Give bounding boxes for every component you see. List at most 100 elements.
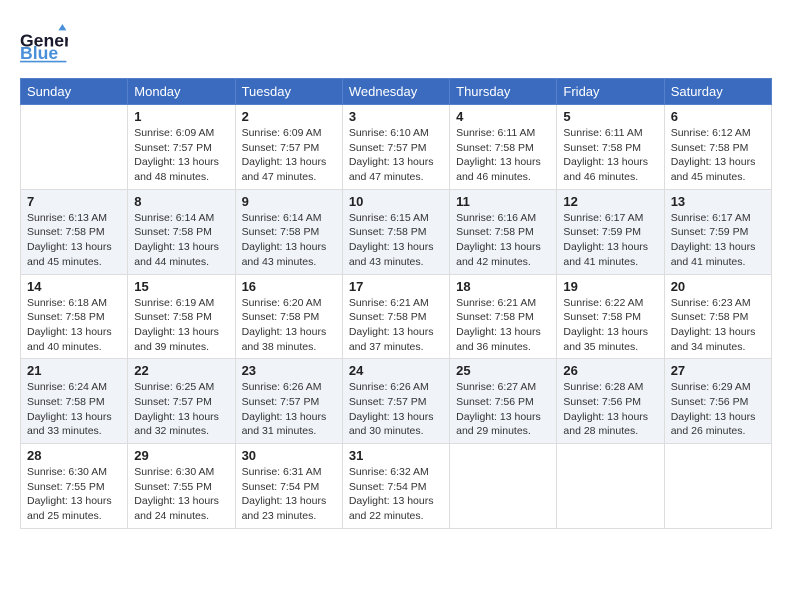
day-info: Sunrise: 6:18 AMSunset: 7:58 PMDaylight:… [27,296,121,355]
day-number: 2 [242,109,336,124]
weekday-header-monday: Monday [128,79,235,105]
day-number: 30 [242,448,336,463]
day-number: 10 [349,194,443,209]
day-info: Sunrise: 6:23 AMSunset: 7:58 PMDaylight:… [671,296,765,355]
day-info: Sunrise: 6:12 AMSunset: 7:58 PMDaylight:… [671,126,765,185]
day-info: Sunrise: 6:20 AMSunset: 7:58 PMDaylight:… [242,296,336,355]
calendar-cell: 30 Sunrise: 6:31 AMSunset: 7:54 PMDayligh… [235,444,342,529]
day-info: Sunrise: 6:28 AMSunset: 7:56 PMDaylight:… [563,380,657,439]
day-number: 16 [242,279,336,294]
week-row-2: 7 Sunrise: 6:13 AMSunset: 7:58 PMDaylight… [21,189,772,274]
calendar-cell: 2 Sunrise: 6:09 AMSunset: 7:57 PMDaylight… [235,105,342,190]
day-info: Sunrise: 6:27 AMSunset: 7:56 PMDaylight:… [456,380,550,439]
day-number: 13 [671,194,765,209]
day-number: 1 [134,109,228,124]
day-info: Sunrise: 6:31 AMSunset: 7:54 PMDaylight:… [242,465,336,524]
day-number: 25 [456,363,550,378]
day-number: 21 [27,363,121,378]
svg-text:Blue: Blue [20,43,58,63]
day-number: 18 [456,279,550,294]
day-number: 23 [242,363,336,378]
calendar-cell: 27 Sunrise: 6:29 AMSunset: 7:56 PMDayligh… [664,359,771,444]
day-number: 29 [134,448,228,463]
day-info: Sunrise: 6:26 AMSunset: 7:57 PMDaylight:… [242,380,336,439]
calendar-cell: 1 Sunrise: 6:09 AMSunset: 7:57 PMDaylight… [128,105,235,190]
day-number: 8 [134,194,228,209]
day-info: Sunrise: 6:09 AMSunset: 7:57 PMDaylight:… [134,126,228,185]
calendar-cell: 10 Sunrise: 6:15 AMSunset: 7:58 PMDayligh… [342,189,449,274]
day-number: 5 [563,109,657,124]
day-number: 20 [671,279,765,294]
day-number: 7 [27,194,121,209]
day-info: Sunrise: 6:14 AMSunset: 7:58 PMDaylight:… [134,211,228,270]
weekday-header-saturday: Saturday [664,79,771,105]
day-number: 31 [349,448,443,463]
calendar-cell: 13 Sunrise: 6:17 AMSunset: 7:59 PMDayligh… [664,189,771,274]
calendar-cell [21,105,128,190]
day-info: Sunrise: 6:30 AMSunset: 7:55 PMDaylight:… [134,465,228,524]
calendar-cell: 23 Sunrise: 6:26 AMSunset: 7:57 PMDayligh… [235,359,342,444]
day-info: Sunrise: 6:13 AMSunset: 7:58 PMDaylight:… [27,211,121,270]
day-number: 17 [349,279,443,294]
day-info: Sunrise: 6:14 AMSunset: 7:58 PMDaylight:… [242,211,336,270]
weekday-header-tuesday: Tuesday [235,79,342,105]
calendar-cell: 21 Sunrise: 6:24 AMSunset: 7:58 PMDayligh… [21,359,128,444]
calendar-cell [664,444,771,529]
day-info: Sunrise: 6:25 AMSunset: 7:57 PMDaylight:… [134,380,228,439]
day-info: Sunrise: 6:15 AMSunset: 7:58 PMDaylight:… [349,211,443,270]
day-number: 14 [27,279,121,294]
calendar-cell [557,444,664,529]
day-number: 22 [134,363,228,378]
day-info: Sunrise: 6:11 AMSunset: 7:58 PMDaylight:… [563,126,657,185]
day-info: Sunrise: 6:11 AMSunset: 7:58 PMDaylight:… [456,126,550,185]
calendar-cell: 3 Sunrise: 6:10 AMSunset: 7:57 PMDaylight… [342,105,449,190]
calendar-cell: 20 Sunrise: 6:23 AMSunset: 7:58 PMDayligh… [664,274,771,359]
calendar-cell: 22 Sunrise: 6:25 AMSunset: 7:57 PMDayligh… [128,359,235,444]
day-info: Sunrise: 6:26 AMSunset: 7:57 PMDaylight:… [349,380,443,439]
week-row-4: 21 Sunrise: 6:24 AMSunset: 7:58 PMDayligh… [21,359,772,444]
page-header: General Blue [20,20,772,68]
day-number: 3 [349,109,443,124]
day-info: Sunrise: 6:29 AMSunset: 7:56 PMDaylight:… [671,380,765,439]
calendar-cell: 16 Sunrise: 6:20 AMSunset: 7:58 PMDayligh… [235,274,342,359]
weekday-header-row: SundayMondayTuesdayWednesdayThursdayFrid… [21,79,772,105]
day-info: Sunrise: 6:10 AMSunset: 7:57 PMDaylight:… [349,126,443,185]
calendar-cell: 19 Sunrise: 6:22 AMSunset: 7:58 PMDayligh… [557,274,664,359]
calendar-cell: 25 Sunrise: 6:27 AMSunset: 7:56 PMDayligh… [450,359,557,444]
day-info: Sunrise: 6:32 AMSunset: 7:54 PMDaylight:… [349,465,443,524]
day-number: 4 [456,109,550,124]
logo: General Blue [20,20,68,68]
day-info: Sunrise: 6:19 AMSunset: 7:58 PMDaylight:… [134,296,228,355]
calendar-cell [450,444,557,529]
day-info: Sunrise: 6:22 AMSunset: 7:58 PMDaylight:… [563,296,657,355]
weekday-header-thursday: Thursday [450,79,557,105]
calendar-cell: 17 Sunrise: 6:21 AMSunset: 7:58 PMDayligh… [342,274,449,359]
calendar-cell: 4 Sunrise: 6:11 AMSunset: 7:58 PMDaylight… [450,105,557,190]
day-info: Sunrise: 6:09 AMSunset: 7:57 PMDaylight:… [242,126,336,185]
calendar-cell: 24 Sunrise: 6:26 AMSunset: 7:57 PMDayligh… [342,359,449,444]
weekday-header-wednesday: Wednesday [342,79,449,105]
day-number: 19 [563,279,657,294]
day-info: Sunrise: 6:17 AMSunset: 7:59 PMDaylight:… [563,211,657,270]
week-row-3: 14 Sunrise: 6:18 AMSunset: 7:58 PMDayligh… [21,274,772,359]
weekday-header-sunday: Sunday [21,79,128,105]
calendar-cell: 9 Sunrise: 6:14 AMSunset: 7:58 PMDaylight… [235,189,342,274]
weekday-header-friday: Friday [557,79,664,105]
day-info: Sunrise: 6:24 AMSunset: 7:58 PMDaylight:… [27,380,121,439]
calendar-cell: 11Sunrise: 6:16 AMSunset: 7:58 PMDayligh… [450,189,557,274]
calendar-cell: 29 Sunrise: 6:30 AMSunset: 7:55 PMDayligh… [128,444,235,529]
day-info: Sunrise: 6:17 AMSunset: 7:59 PMDaylight:… [671,211,765,270]
day-number: 9 [242,194,336,209]
calendar-cell: 31 Sunrise: 6:32 AMSunset: 7:54 PMDayligh… [342,444,449,529]
calendar-cell: 5 Sunrise: 6:11 AMSunset: 7:58 PMDaylight… [557,105,664,190]
day-number: 24 [349,363,443,378]
logo-icon: General Blue [20,20,68,68]
calendar-cell: 15 Sunrise: 6:19 AMSunset: 7:58 PMDayligh… [128,274,235,359]
calendar-cell: 12Sunrise: 6:17 AMSunset: 7:59 PMDayligh… [557,189,664,274]
day-number: 15 [134,279,228,294]
calendar-cell: 26Sunrise: 6:28 AMSunset: 7:56 PMDayligh… [557,359,664,444]
week-row-1: 1 Sunrise: 6:09 AMSunset: 7:57 PMDaylight… [21,105,772,190]
calendar-cell: 18Sunrise: 6:21 AMSunset: 7:58 PMDayligh… [450,274,557,359]
day-number: 27 [671,363,765,378]
day-info: Sunrise: 6:21 AMSunset: 7:58 PMDaylight:… [349,296,443,355]
